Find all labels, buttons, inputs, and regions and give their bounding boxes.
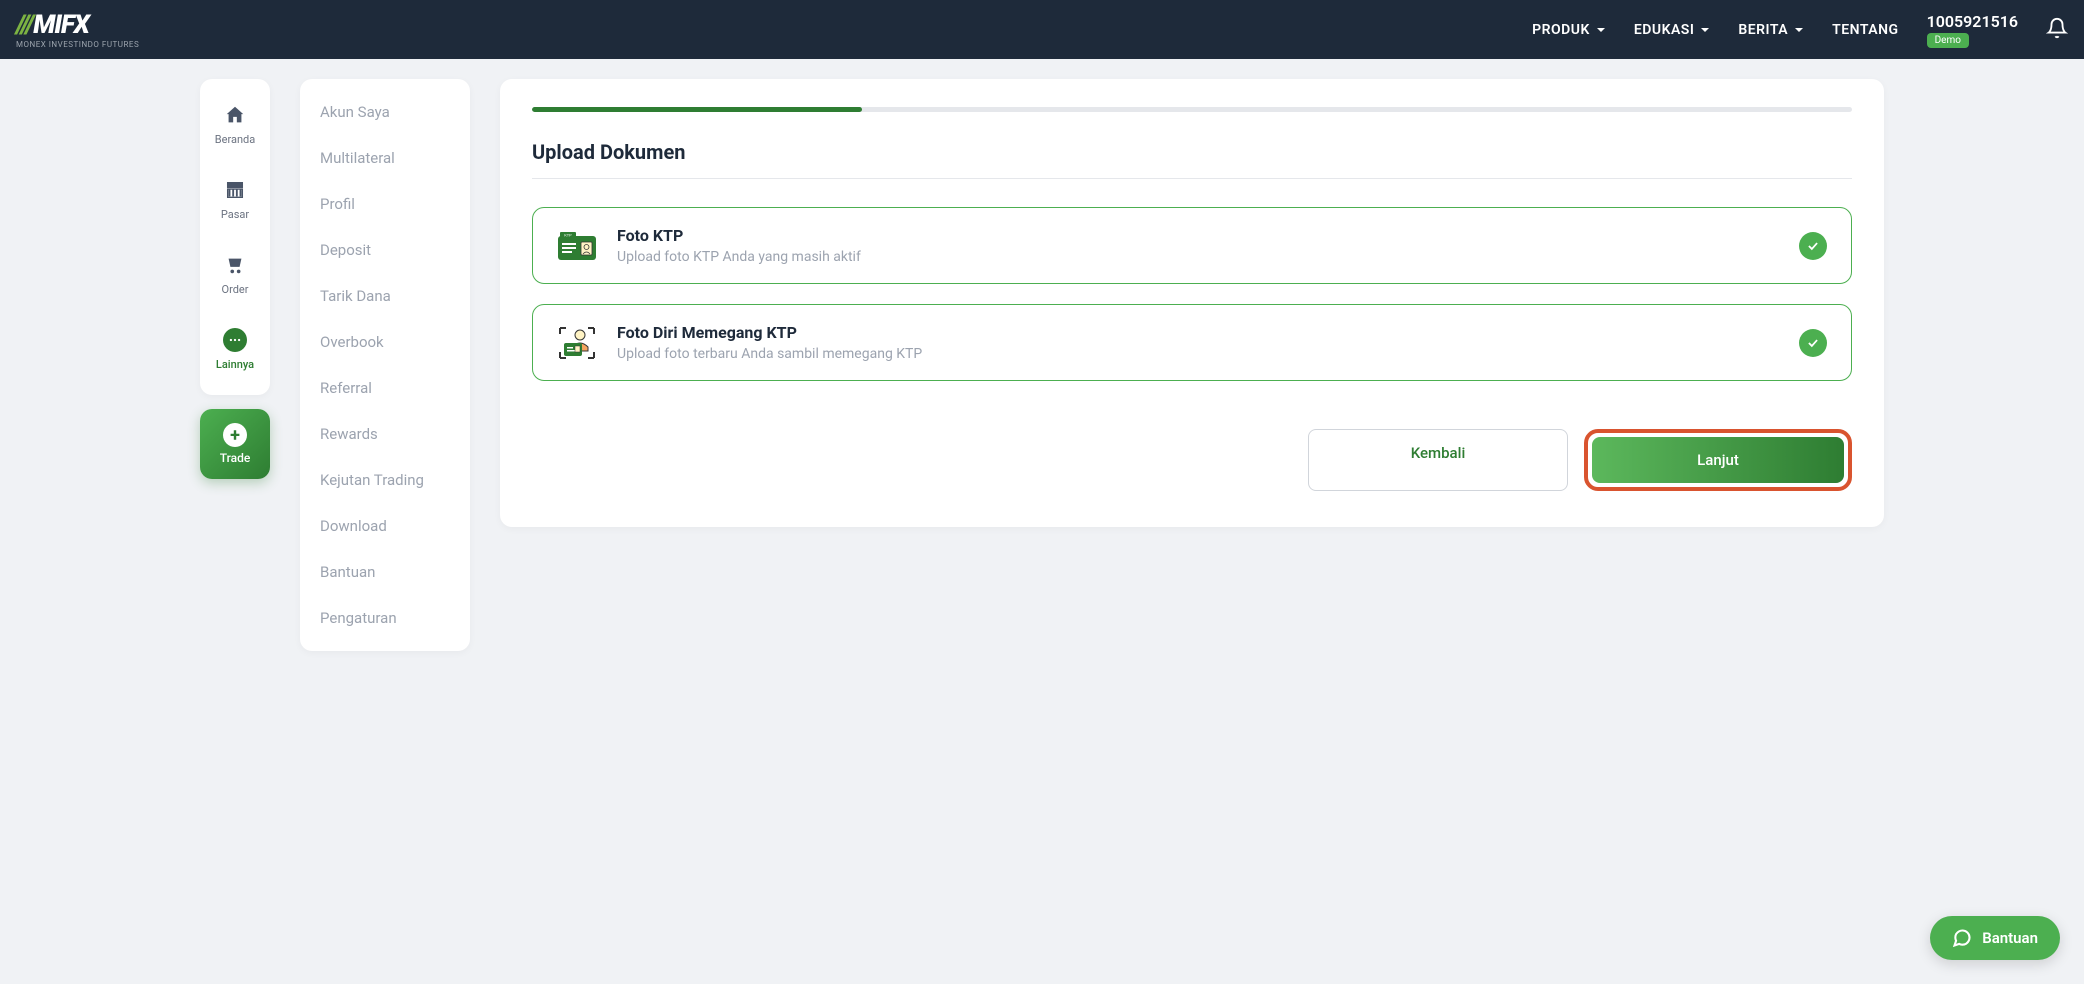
trade-button-label: Trade (220, 451, 251, 465)
upload-text: Foto Diri Memegang KTP Upload foto terba… (617, 323, 1779, 362)
upload-desc: Upload foto terbaru Anda sambil memegang… (617, 346, 1779, 362)
check-icon (1799, 329, 1827, 357)
account-id: 1005921516 (1927, 12, 2018, 31)
sidebar-item-label: Order (222, 283, 249, 296)
sidebar2-item-multilateral[interactable]: Multilateral (320, 149, 450, 167)
page-title: Upload Dokumen (532, 140, 1852, 164)
sidebar-item-pasar[interactable]: Pasar (221, 178, 249, 221)
logo-main: ///MIFX (16, 10, 139, 40)
sidebar2-item-rewards[interactable]: Rewards (320, 425, 450, 443)
demo-badge: Demo (1927, 33, 1969, 48)
chevron-down-icon (1596, 25, 1606, 35)
sidebar2-item-tarik-dana[interactable]: Tarik Dana (320, 287, 450, 305)
progress-bar (532, 107, 1852, 112)
dots-icon (223, 328, 247, 352)
divider (532, 178, 1852, 179)
nav-label: TENTANG (1832, 22, 1898, 38)
upload-card: Upload Dokumen KTP Foto KTP Upload foto … (500, 79, 1884, 527)
header-nav: PRODUK EDUKASI BERITA TENTANG 1005921516… (1532, 12, 2068, 48)
sidebar2-item-overbook[interactable]: Overbook (320, 333, 450, 351)
sidebar-item-order[interactable]: Order (222, 253, 249, 296)
sidebar-item-label: Lainnya (216, 358, 254, 371)
sidebar-item-label: Beranda (215, 133, 255, 146)
sidebar-secondary: Akun Saya Multilateral Profil Deposit Ta… (300, 79, 470, 651)
back-button[interactable]: Kembali (1308, 429, 1568, 491)
sidebar2-item-kejutan-trading[interactable]: Kejutan Trading (320, 471, 450, 489)
upload-text: Foto KTP Upload foto KTP Anda yang masih… (617, 226, 1779, 265)
nav-label: PRODUK (1532, 22, 1590, 38)
sidebar-primary-card: Beranda Pasar Order Lainnya (200, 79, 270, 395)
sidebar2-item-deposit[interactable]: Deposit (320, 241, 450, 259)
upload-item-selfie-ktp[interactable]: Foto Diri Memegang KTP Upload foto terba… (532, 304, 1852, 381)
check-icon (1799, 232, 1827, 260)
next-button-highlight: Lanjut (1584, 429, 1852, 491)
sidebar-primary: Beranda Pasar Order Lainnya (200, 79, 270, 651)
sidebar2-item-akun-saya[interactable]: Akun Saya (320, 103, 450, 121)
notifications-button[interactable] (2046, 17, 2068, 43)
nav-edukasi[interactable]: EDUKASI (1634, 22, 1711, 38)
sidebar2-item-referral[interactable]: Referral (320, 379, 450, 397)
bell-icon (2046, 17, 2068, 39)
sidebar2-item-pengaturan[interactable]: Pengaturan (320, 609, 450, 627)
sidebar-item-beranda[interactable]: Beranda (215, 103, 255, 146)
button-row: Kembali Lanjut (532, 429, 1852, 491)
selfie-id-icon (557, 327, 597, 359)
nav-label: EDUKASI (1634, 22, 1695, 38)
chat-icon (1952, 928, 1972, 948)
sidebar2-item-download[interactable]: Download (320, 517, 450, 535)
logo-sub: MONEX INVESTINDO FUTURES (16, 40, 139, 49)
next-button[interactable]: Lanjut (1592, 437, 1844, 483)
chevron-down-icon (1794, 25, 1804, 35)
logo[interactable]: ///MIFX MONEX INVESTINDO FUTURES (16, 10, 139, 49)
nav-berita[interactable]: BERITA (1738, 22, 1804, 38)
sidebar-item-lainnya[interactable]: Lainnya (216, 328, 254, 371)
trade-button[interactable]: + Trade (200, 409, 270, 479)
upload-desc: Upload foto KTP Anda yang masih aktif (617, 249, 1779, 265)
help-fab-label: Bantuan (1982, 929, 2038, 947)
home-icon (223, 103, 247, 127)
header: ///MIFX MONEX INVESTINDO FUTURES PRODUK … (0, 0, 2084, 59)
plus-icon: + (223, 423, 247, 447)
upload-item-ktp[interactable]: KTP Foto KTP Upload foto KTP Anda yang m… (532, 207, 1852, 284)
id-card-icon: KTP (557, 230, 597, 262)
nav-tentang[interactable]: TENTANG (1832, 22, 1898, 38)
chevron-down-icon (1700, 25, 1710, 35)
sidebar2-item-profil[interactable]: Profil (320, 195, 450, 213)
nav-produk[interactable]: PRODUK (1532, 22, 1606, 38)
nav-label: BERITA (1738, 22, 1788, 38)
svg-text:KTP: KTP (564, 232, 572, 237)
upload-title: Foto Diri Memegang KTP (617, 323, 1779, 342)
upload-title: Foto KTP (617, 226, 1779, 245)
cart-icon (223, 253, 247, 277)
account-block[interactable]: 1005921516 Demo (1927, 12, 2018, 48)
sidebar-item-label: Pasar (221, 208, 249, 221)
help-fab[interactable]: Bantuan (1930, 916, 2060, 960)
progress-fill (532, 107, 862, 112)
sidebar2-item-bantuan[interactable]: Bantuan (320, 563, 450, 581)
main-content: Upload Dokumen KTP Foto KTP Upload foto … (500, 79, 1884, 651)
market-icon (223, 178, 247, 202)
